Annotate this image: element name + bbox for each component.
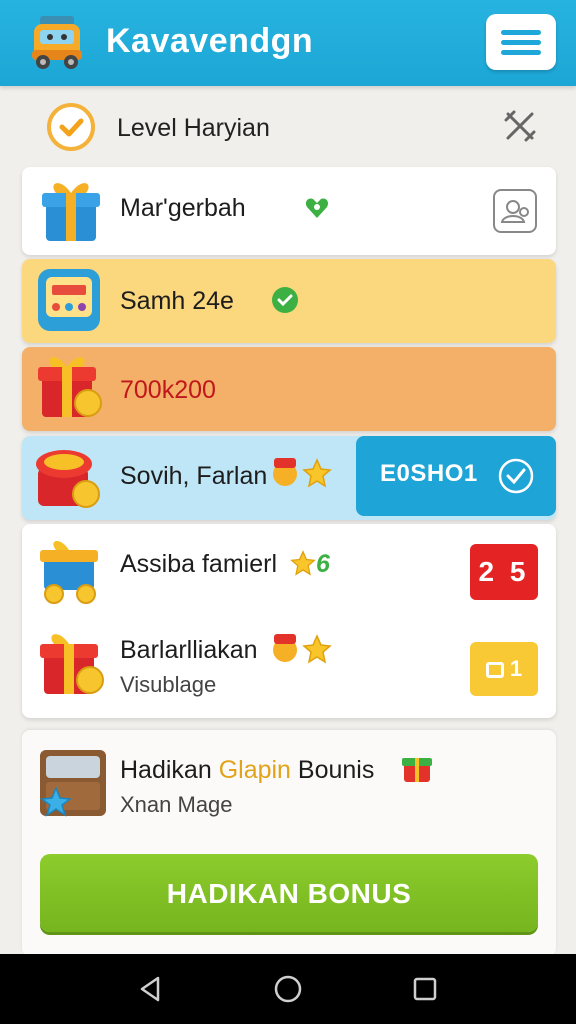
hamburger-line	[501, 40, 541, 45]
recents-icon[interactable]	[410, 974, 440, 1004]
treasure-box-icon	[36, 450, 100, 508]
reward-row-2[interactable]: Samh 24e	[22, 259, 556, 343]
bonus-code-label: E0SHO1	[380, 460, 478, 487]
bonus-card-subtitle: Xnan Mage	[120, 792, 233, 817]
list-item-title: Barlarlliakan	[120, 636, 258, 664]
list-item-title: Assiba famierl	[120, 550, 277, 578]
hamburger-menu-icon	[501, 30, 541, 35]
gift-coin-icon	[40, 634, 104, 694]
back-icon[interactable]	[136, 974, 166, 1004]
reward-row-3[interactable]: 700k200	[22, 347, 556, 431]
bonus-title-suffix: Bounis	[297, 756, 375, 784]
gift-coin-icon	[38, 357, 102, 417]
count-badge[interactable]: 1	[470, 642, 538, 696]
reward-row-1[interactable]: Mar'gerbah	[22, 167, 556, 255]
check-circle-icon	[47, 103, 95, 151]
profile-card-icon[interactable]	[492, 188, 538, 234]
star-icon	[302, 634, 332, 664]
list-item-subtitle: Visublage	[120, 672, 217, 697]
gift-emoji-icon	[273, 634, 297, 662]
app-title: Kavavendgn	[106, 22, 314, 60]
slot-machine-icon	[38, 269, 100, 331]
treasure-chest-icon	[40, 750, 106, 817]
green-check-icon	[272, 287, 298, 313]
green-heart-icon	[305, 198, 329, 218]
check-circle-icon	[498, 458, 534, 494]
claim-bonus-label: HADIKAN BONUS	[166, 878, 412, 909]
reward-list: Assiba famierl 6 2 5 Barlarlliakan Visub…	[22, 524, 556, 718]
ticket-icon	[485, 662, 504, 679]
gift-emoji-icon	[402, 758, 432, 782]
star-icon	[302, 458, 332, 488]
count-badge[interactable]: 2 5	[470, 544, 538, 600]
gift-emoji-icon	[273, 458, 297, 486]
bonus-title-highlight: Glapin	[218, 756, 291, 784]
list-item-suffix: 6	[316, 550, 330, 578]
gift-box-icon	[42, 183, 100, 241]
row-title: Mar'gerbah	[120, 194, 246, 222]
row-title: Sovih, Farlan	[120, 462, 268, 490]
bonus-card-title: Hadikan Glapin Bounis	[120, 756, 374, 785]
close-icon[interactable]	[500, 106, 540, 146]
car-mascot-icon	[32, 16, 82, 69]
bonus-code-button[interactable]: E0SHO1	[356, 436, 556, 516]
app-header: Kavavendgn	[0, 0, 576, 86]
home-icon[interactable]	[273, 974, 303, 1004]
level-title: Level Haryian	[117, 114, 270, 142]
row-title: Samh 24e	[120, 287, 234, 315]
system-navbar	[0, 954, 576, 1024]
claim-bonus-button[interactable]: HADIKAN BONUS	[40, 854, 538, 932]
badge-value: 1	[509, 656, 523, 681]
bonus-title-prefix: Hadikan	[120, 756, 212, 784]
level-row: Level Haryian	[0, 96, 576, 158]
hamburger-menu-button[interactable]	[486, 14, 556, 70]
hamburger-line	[501, 50, 541, 55]
star-icon	[290, 550, 316, 576]
row-title: 700k200	[120, 376, 216, 404]
gift-cart-icon	[40, 540, 98, 604]
